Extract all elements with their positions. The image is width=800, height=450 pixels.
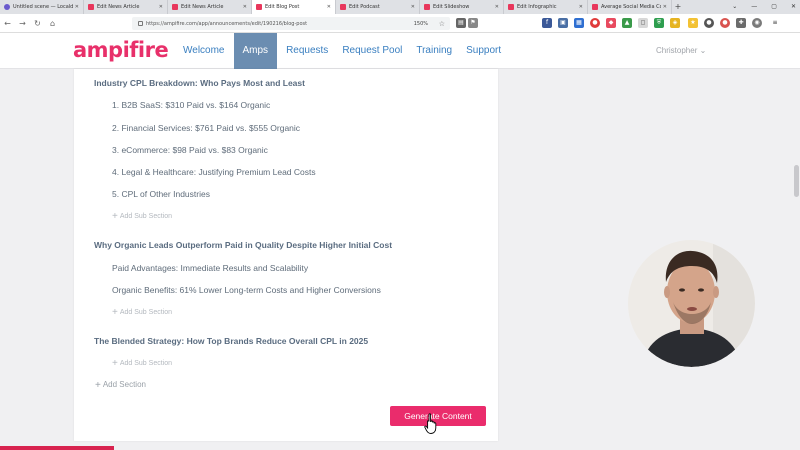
new-tab-icon[interactable]: + [672,0,684,14]
close-tab-icon[interactable]: ✕ [663,4,667,10]
section-title[interactable]: The Blended Strategy: How Top Brands Red… [94,336,368,346]
browser-tab[interactable]: Edit Slideshow ✕ [420,0,504,14]
facebook-extension-icon[interactable]: f [542,18,552,28]
close-tab-icon[interactable]: ✕ [327,4,331,10]
sub-section[interactable]: 2. Financial Services: $761 Paid vs. $55… [112,123,300,133]
browser-tab[interactable]: Edit News Article ✕ [84,0,168,14]
extension-icon[interactable]: ◆ [606,18,616,28]
plus-icon: + [112,211,118,222]
browser-tab-strip: Untitled scene — Localdrive✕ Edit News A… [0,0,800,14]
browser-tab[interactable]: Edit Podcast ✕ [336,0,420,14]
forward-icon[interactable]: → [15,19,30,28]
plus-icon: + [95,380,101,391]
tab-list-icon[interactable]: ⌄ [732,0,737,14]
extension-icon[interactable]: ● [590,18,600,28]
section-title[interactable]: Why Organic Leads Outperform Paid in Qua… [94,240,392,250]
sub-section[interactable]: 4. Legal & Healthcare: Justifying Premiu… [112,167,316,177]
plus-icon: + [112,307,118,318]
add-sub-section-button[interactable]: + Add Sub Section [112,307,172,318]
window-controls: ⌄ — ▢ ✕ [732,0,796,14]
sub-section[interactable]: 5. CPL of Other Industries [112,189,210,199]
zoom-level[interactable]: 150% [414,21,428,27]
ampifire-logo[interactable]: ampifire [73,38,169,62]
add-sub-section-button[interactable]: + Add Sub Section [112,211,172,222]
ampifire-favicon [88,4,94,10]
home-icon[interactable]: ⌂ [45,19,60,28]
lock-icon [138,21,143,26]
close-tab-icon[interactable]: ✕ [411,4,415,10]
profile-icon[interactable]: ◉ [752,18,762,28]
plus-icon: + [112,358,118,369]
browser-tab[interactable]: Average Social Media Cost ✕ [588,0,672,14]
app-header: ampifire Welcome Amps Requests Request P… [0,33,800,69]
chevron-down-icon: ⌄ [699,46,707,55]
nav-requests[interactable]: Requests [279,33,335,69]
extension-icon[interactable]: ● [720,18,730,28]
nav-welcome[interactable]: Welcome [176,33,232,69]
extension-icon[interactable]: ● [704,18,714,28]
ampifire-favicon [424,4,430,10]
extension-icon[interactable]: ▦ [574,18,584,28]
section-title[interactable]: Industry CPL Breakdown: Who Pays Most an… [94,78,305,88]
webcam-overlay [628,240,755,367]
ampifire-favicon [340,4,346,10]
nav-request-pool[interactable]: Request Pool [335,33,409,69]
extension-icon[interactable]: ◈ [670,18,680,28]
close-window-icon[interactable]: ✕ [791,0,796,14]
user-menu[interactable]: Christopher ⌄ [656,33,706,69]
pocket-icon[interactable]: ⚑ [468,18,478,28]
close-tab-icon[interactable]: ✕ [243,4,247,10]
user-name: Christopher [656,46,698,55]
ampifire-favicon [172,4,178,10]
ampifire-favicon [256,4,262,10]
browser-toolbar: ← → ↻ ⌂ https://ampifire.com/app/announc… [0,14,800,33]
nav-amps[interactable]: Amps [233,33,278,69]
close-tab-icon[interactable]: ✕ [495,4,499,10]
sub-section[interactable]: 1. B2B SaaS: $310 Paid vs. $164 Organic [112,100,270,110]
browser-tab[interactable]: Untitled scene — Localdrive✕ [0,0,84,14]
generate-content-button[interactable]: Generate Content [390,406,486,426]
add-section-button[interactable]: + Add Section [95,380,146,391]
close-tab-icon[interactable]: ✕ [579,4,583,10]
menu-icon[interactable]: ≡ [770,18,780,28]
sub-section[interactable]: Paid Advantages: Immediate Results and S… [112,263,308,273]
progress-strip [0,446,114,450]
nav-support[interactable]: Support [459,33,508,69]
ampifire-favicon [508,4,514,10]
back-icon[interactable]: ← [0,19,15,28]
close-tab-icon[interactable]: ✕ [75,4,79,10]
extension-icon[interactable]: ▣ [558,18,568,28]
browser-tab[interactable]: Edit News Article ✕ [168,0,252,14]
add-sub-section-button[interactable]: + Add Sub Section [112,358,172,369]
extensions-puzzle-icon[interactable]: ✚ [736,18,746,28]
firefox-icon [4,4,10,10]
shield-icon[interactable]: ⛨ [654,18,664,28]
bookmark-star-icon[interactable]: ☆ [439,20,445,28]
minimize-icon[interactable]: — [751,0,757,14]
nav-training[interactable]: Training [409,33,459,69]
browser-tab-active[interactable]: Edit Blog Post ✕ [252,0,336,14]
page-scrollbar[interactable] [792,69,800,450]
browser-tab[interactable]: Edit Infographic ✕ [504,0,588,14]
scrollbar-thumb[interactable] [794,165,799,197]
sub-section[interactable]: 3. eCommerce: $98 Paid vs. $83 Organic [112,145,268,155]
hand-cursor-icon [424,413,437,434]
main-nav: Welcome Amps Requests Request Pool Train… [176,33,508,69]
address-bar[interactable]: https://ampifire.com/app/announcements/e… [132,17,450,30]
extension-icon[interactable]: ▲ [622,18,632,28]
url-text: https://ampifire.com/app/announcements/e… [146,20,308,27]
reader-icon[interactable]: ▤ [456,18,466,28]
close-tab-icon[interactable]: ✕ [159,4,163,10]
maximize-icon[interactable]: ▢ [771,0,777,14]
ampifire-favicon [592,4,598,10]
extension-icon[interactable]: ◻ [638,18,648,28]
extension-icon[interactable]: ★ [688,18,698,28]
sub-section[interactable]: Organic Benefits: 61% Lower Long-term Co… [112,285,381,295]
reload-icon[interactable]: ↻ [30,19,45,28]
